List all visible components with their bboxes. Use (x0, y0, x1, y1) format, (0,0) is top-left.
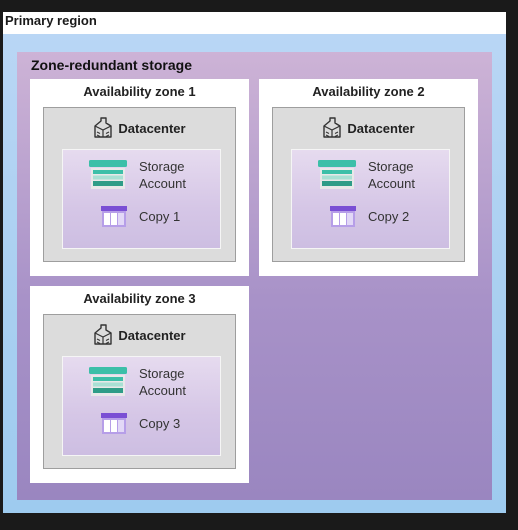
datacenter-header: Datacenter (44, 116, 235, 140)
storage-label-line2: Account (139, 383, 186, 398)
datacenter-box: Datacenter Storage Account (272, 107, 465, 262)
datacenter-box: Datacenter Storage Account (43, 314, 236, 469)
region-title: Primary region (5, 13, 97, 28)
datacenter-label: Datacenter (118, 327, 186, 343)
copy-label: Copy 2 (368, 209, 410, 224)
storage-label-line1: Storage (139, 159, 185, 174)
datacenter-label: Datacenter (118, 120, 186, 136)
storage-label-line1: Storage (368, 159, 414, 174)
availability-zone-2: Availability zone 2 Datacenter Storage A… (259, 79, 478, 276)
storage-label-line2: Account (368, 176, 415, 191)
datacenter-box: Datacenter Storage Account (43, 107, 236, 262)
storage-copy-icon (101, 413, 127, 434)
datacenter-icon (94, 117, 113, 138)
storage-account-label: Storage Account (139, 158, 186, 192)
availability-zone-1: Availability zone 1 Datacenter Storage A… (30, 79, 249, 276)
zone-title: Availability zone 3 (83, 291, 196, 306)
datacenter-header: Datacenter (44, 323, 235, 347)
storage-account-icon (89, 367, 127, 396)
storage-account-box: Storage Account Copy 3 (62, 356, 221, 456)
zrs-title: Zone-redundant storage (31, 57, 193, 73)
storage-label-line1: Storage (139, 366, 185, 381)
storage-account-box: Storage Account Copy 1 (62, 149, 221, 249)
region-title-bar: Primary region (3, 12, 506, 34)
storage-copy-icon (101, 206, 127, 227)
zone-title: Availability zone 2 (312, 84, 425, 99)
datacenter-icon (323, 117, 342, 138)
copy-label: Copy 3 (139, 416, 181, 431)
copy-label: Copy 1 (139, 209, 181, 224)
availability-zone-3: Availability zone 3 Datacenter Storage A… (30, 286, 249, 483)
storage-label-line2: Account (139, 176, 186, 191)
datacenter-label: Datacenter (347, 120, 415, 136)
diagram-canvas: Primary region Zone-redundant storage Av… (0, 0, 518, 530)
storage-account-label: Storage Account (368, 158, 415, 192)
datacenter-header: Datacenter (273, 116, 464, 140)
datacenter-icon (94, 324, 113, 345)
storage-account-box: Storage Account Copy 2 (291, 149, 450, 249)
storage-account-icon (89, 160, 127, 189)
zone-title: Availability zone 1 (83, 84, 196, 99)
storage-account-label: Storage Account (139, 365, 186, 399)
storage-account-icon (318, 160, 356, 189)
storage-copy-icon (330, 206, 356, 227)
